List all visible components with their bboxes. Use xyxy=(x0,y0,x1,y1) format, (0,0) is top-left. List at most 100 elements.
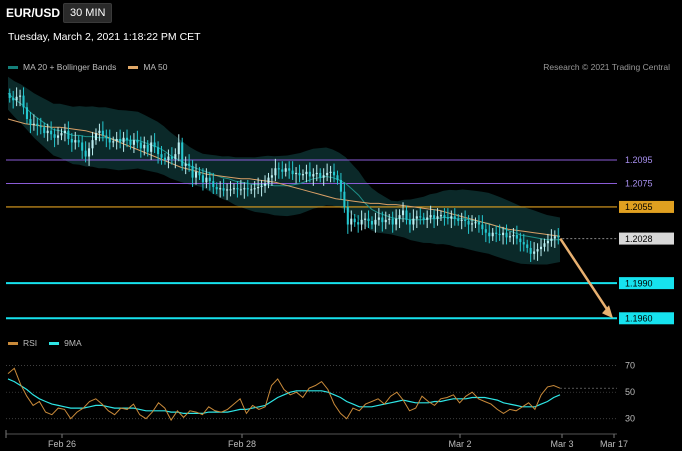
legend-item-ma20: MA 20 + Bollinger Bands xyxy=(8,62,116,72)
price-level-labels: 1.2095 1.2075 1.2055 1.2028 1.1990 1.1960 xyxy=(619,155,674,325)
candle-body xyxy=(150,142,153,152)
x-axis-label: Mar 2 xyxy=(448,439,471,449)
symbol-label: EUR/USD xyxy=(6,6,61,20)
candle-body xyxy=(257,187,260,189)
candle-body xyxy=(539,246,543,250)
candle-body xyxy=(194,171,198,178)
candle-body xyxy=(8,93,11,98)
time-axis: Feb 26 Feb 28 Mar 2 Mar 3 Mar 17 xyxy=(5,430,628,449)
candle-body xyxy=(181,142,184,166)
candle-body xyxy=(98,130,101,134)
candle-body xyxy=(315,172,318,175)
candle-body xyxy=(384,219,387,223)
candle-body xyxy=(250,189,253,191)
candle-body xyxy=(184,163,187,166)
rsi-panel: 70 50 30 xyxy=(6,361,635,424)
candle-body xyxy=(70,138,73,143)
candle-body xyxy=(129,140,132,145)
candle-body xyxy=(12,97,15,101)
copyright-credit: Research © 2021 Trading Central xyxy=(543,62,670,72)
legend-label-ma50: MA 50 xyxy=(143,62,168,72)
legend-label-ma20: MA 20 + Bollinger Bands xyxy=(23,62,117,72)
candle xyxy=(181,137,184,171)
rsi-tick-label: 70 xyxy=(625,361,635,371)
candle-body xyxy=(553,236,556,239)
candle-body xyxy=(143,144,146,149)
candle-body xyxy=(353,218,356,223)
candle-body xyxy=(450,216,453,219)
candle-body xyxy=(443,215,446,218)
candle-body xyxy=(405,210,408,220)
candle-body xyxy=(360,219,363,225)
candle-body xyxy=(119,138,122,143)
candle-body xyxy=(308,171,311,177)
candle-body xyxy=(208,177,211,182)
forecast-arrow-shaft xyxy=(559,237,611,313)
candle-body xyxy=(543,243,546,247)
candle-body xyxy=(381,217,384,223)
candle-body xyxy=(408,219,411,225)
candle-body xyxy=(498,233,501,236)
candle-body xyxy=(239,189,242,191)
candle-body xyxy=(157,147,160,155)
candle-body xyxy=(22,95,25,108)
candle-body xyxy=(246,188,249,190)
candle-body xyxy=(94,133,98,141)
candle-body xyxy=(412,218,415,225)
candle-body xyxy=(253,188,256,190)
candle-body xyxy=(422,217,425,220)
candle-body xyxy=(295,172,298,175)
candle-body xyxy=(84,150,87,157)
candle-body xyxy=(374,219,377,225)
candle-body xyxy=(474,222,477,224)
candle-body xyxy=(108,137,111,143)
candle-body xyxy=(160,154,163,158)
legend-item-ma50: MA 50 xyxy=(128,62,167,72)
candle-body xyxy=(191,165,194,178)
candle-body xyxy=(60,133,63,136)
candle-body xyxy=(260,185,263,188)
candle-body xyxy=(522,242,525,245)
price-level-label: 1.1960 xyxy=(625,313,653,323)
rsi-tick-label: 30 xyxy=(625,414,635,424)
candle-body xyxy=(277,168,280,170)
candle-body xyxy=(88,148,91,157)
price-level-label: 1.2095 xyxy=(625,155,653,165)
candle-body xyxy=(512,235,515,237)
candle-body xyxy=(236,188,239,190)
candle-body xyxy=(229,189,232,191)
candle-body xyxy=(488,232,491,237)
candle-body xyxy=(481,224,484,230)
candle-body xyxy=(398,215,401,219)
candle-body xyxy=(170,156,173,159)
candle-body xyxy=(50,130,53,135)
price-level-label: 1.2028 xyxy=(625,234,653,244)
price-level-label: 1.2055 xyxy=(625,202,653,212)
candle-body xyxy=(436,216,439,219)
candle-body xyxy=(53,134,56,138)
x-axis-label: Feb 26 xyxy=(48,439,76,449)
candle-body xyxy=(319,172,322,178)
candle-body xyxy=(198,171,201,176)
candle-body xyxy=(526,244,529,248)
x-axis-label: Mar 17 xyxy=(600,439,628,449)
interval-button[interactable]: 30 MIN xyxy=(63,3,113,23)
rsi-9ma-line xyxy=(7,378,561,414)
candle-body xyxy=(212,181,215,188)
legend-swatch-rsi xyxy=(8,341,18,345)
candle-body xyxy=(343,191,346,207)
candle-body xyxy=(153,142,156,148)
rsi-legend: RSI 9MA xyxy=(8,338,94,348)
candle-body xyxy=(491,232,494,237)
candle-body xyxy=(36,123,39,127)
candle-body xyxy=(332,171,336,176)
candle-body xyxy=(291,170,294,175)
candle-body xyxy=(288,168,291,171)
candle-body xyxy=(298,172,301,176)
candle-body xyxy=(77,140,80,143)
candle-body xyxy=(470,223,474,225)
candle-body xyxy=(219,188,222,190)
candle-body xyxy=(322,175,325,178)
bollinger-band xyxy=(8,76,560,265)
candle-body xyxy=(215,187,218,190)
